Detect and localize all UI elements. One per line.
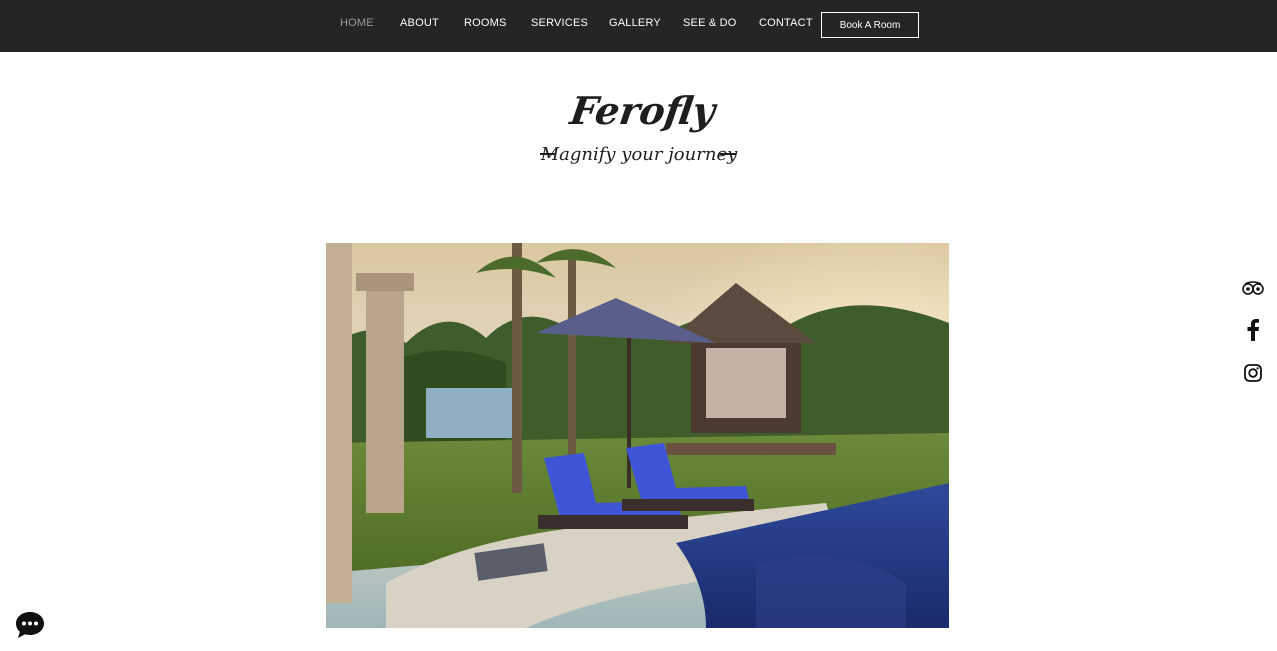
- nav-gallery[interactable]: GALLERY: [609, 17, 661, 29]
- tripadvisor-icon[interactable]: [1240, 275, 1266, 301]
- nav-see-and-do[interactable]: SEE & DO: [683, 17, 737, 29]
- nav-rooms[interactable]: ROOMS: [464, 17, 507, 29]
- resort-pool-picture: [326, 243, 949, 628]
- brand-name: Ferofly: [566, 89, 720, 134]
- nav-home[interactable]: HOME: [340, 17, 374, 29]
- nav-services[interactable]: SERVICES: [531, 17, 588, 29]
- book-a-room-button[interactable]: Book A Room: [821, 12, 919, 38]
- nav-contact[interactable]: CONTACT: [759, 17, 813, 29]
- brand-logo[interactable]: Ferofly Magnify your journey: [520, 80, 757, 180]
- tripadvisor-icon-graphic: [1242, 281, 1264, 295]
- facebook-icon[interactable]: [1240, 317, 1266, 343]
- facebook-icon-graphic: [1247, 319, 1259, 341]
- instagram-icon-graphic: [1244, 364, 1262, 382]
- chat-bubble-icon[interactable]: [14, 610, 46, 640]
- hero-image: [326, 243, 949, 628]
- instagram-icon[interactable]: [1240, 360, 1266, 386]
- nav-about[interactable]: ABOUT: [400, 17, 439, 29]
- brand-tagline: Magnify your journey: [540, 144, 738, 165]
- chat-bubble-graphic: [16, 612, 44, 638]
- brand-logo-graphic: Ferofly Magnify your journey: [540, 89, 738, 165]
- top-navigation-bar: HOME ABOUT ROOMS SERVICES GALLERY SEE & …: [0, 0, 1277, 52]
